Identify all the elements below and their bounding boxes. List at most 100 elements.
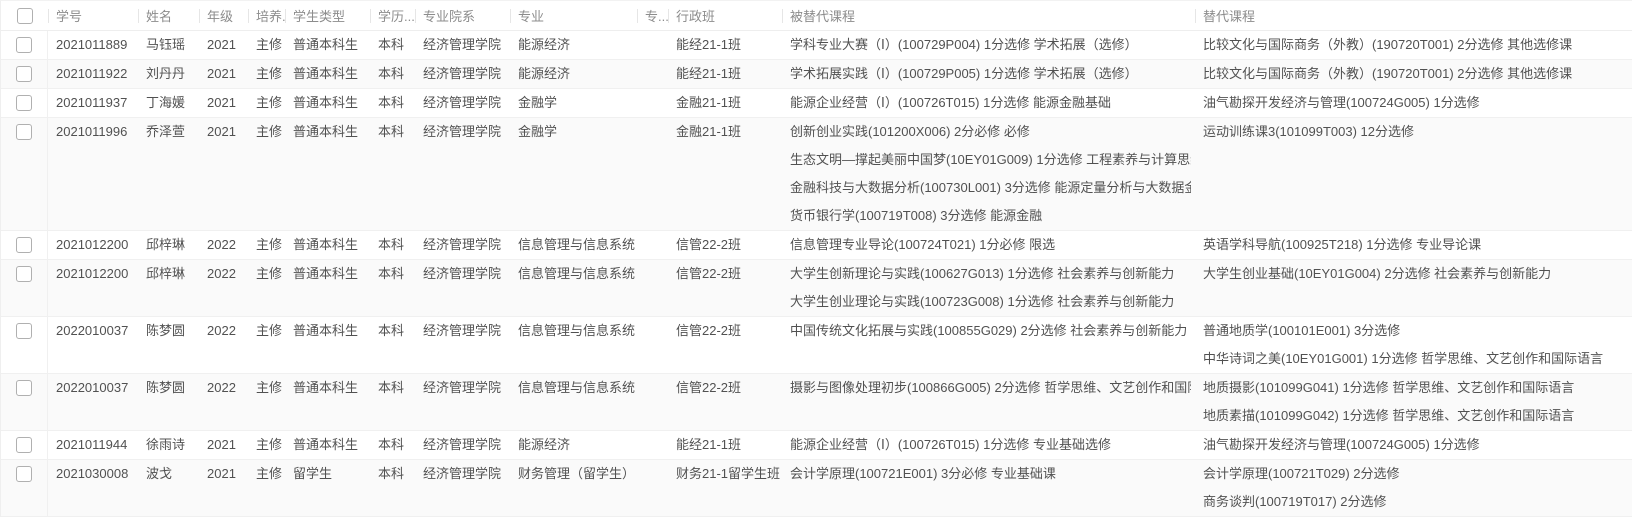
cell-name: 乔泽萱: [138, 118, 199, 230]
cell-major-extra: [637, 431, 668, 459]
course-line: 会计学原理(100721E001) 3分必修 专业基础课: [790, 460, 1191, 488]
cell-education: 本科: [370, 431, 415, 459]
cell-student-type: 普通本科生: [285, 374, 370, 430]
cell-replaced-courses: 摄影与图像处理初步(100866G005) 2分选修 哲学思维、文艺创作和国际语…: [782, 374, 1195, 430]
column-header-department: 专业院系: [415, 1, 510, 30]
table-row: 2022010037陈梦圆2022主修普通本科生本科经济管理学院信息管理与信息系…: [1, 374, 1632, 431]
cell-training: 主修: [248, 431, 285, 459]
cell-major: 金融学: [510, 89, 637, 117]
course-line: 英语学科导航(100925T218) 1分选修 专业导论课: [1203, 231, 1628, 259]
course-line: 信息管理专业导论(100724T021) 1分必修 限选: [790, 231, 1191, 259]
table-row: 2021012200邱梓琳2022主修普通本科生本科经济管理学院信息管理与信息系…: [1, 260, 1632, 317]
course-line: 生态文明—撑起美丽中国梦(10EY01G009) 1分选修 工程素养与计算思维: [790, 146, 1191, 174]
row-checkbox[interactable]: [16, 37, 32, 53]
table-body: 2021011889马钰瑶2021主修普通本科生本科经济管理学院能源经济能经21…: [1, 31, 1632, 517]
table-header-row: 学号姓名年级培养...学生类型学历...专业院系专业专...行政班被替代课程替代…: [1, 1, 1632, 31]
cell-major-extra: [637, 374, 668, 430]
cell-department: 经济管理学院: [415, 317, 510, 373]
cell-admin-class: 财务21-1留学生班: [668, 460, 782, 516]
cell-student-id: 2021030008: [48, 460, 138, 516]
row-checkbox[interactable]: [16, 437, 32, 453]
cell-training: 主修: [248, 60, 285, 88]
cell-replaced-courses: 能源企业经营（Ⅰ）(100726T015) 1分选修 专业基础选修: [782, 431, 1195, 459]
course-line: 地质摄影(101099G041) 1分选修 哲学思维、文艺创作和国际语言: [1203, 374, 1628, 402]
table-row: 2022010037陈梦圆2022主修普通本科生本科经济管理学院信息管理与信息系…: [1, 317, 1632, 374]
cell-training: 主修: [248, 260, 285, 316]
cell-admin-class: 金融21-1班: [668, 89, 782, 117]
select-all-checkbox[interactable]: [17, 8, 33, 24]
column-header-training: 培养...: [248, 1, 285, 30]
cell-grade: 2022: [199, 260, 248, 316]
cell-student-id: 2021011937: [48, 89, 138, 117]
cell-major-extra: [637, 60, 668, 88]
cell-major: 财务管理（留学生）: [510, 460, 637, 516]
cell-name: 丁海媛: [138, 89, 199, 117]
cell-replaced-courses: 学术拓展实践（Ⅰ）(100729P005) 1分选修 学术拓展（选修）: [782, 60, 1195, 88]
row-checkbox[interactable]: [16, 66, 32, 82]
cell-training: 主修: [248, 118, 285, 230]
cell-student-type: 普通本科生: [285, 118, 370, 230]
cell-student-type: 普通本科生: [285, 260, 370, 316]
table-row: 2021011944徐雨诗2021主修普通本科生本科经济管理学院能源经济能经21…: [1, 431, 1632, 460]
row-select-cell: [1, 374, 48, 430]
column-header-name: 姓名: [138, 1, 199, 30]
cell-student-type: 普通本科生: [285, 89, 370, 117]
cell-student-type: 普通本科生: [285, 231, 370, 259]
table-row: 2021011889马钰瑶2021主修普通本科生本科经济管理学院能源经济能经21…: [1, 31, 1632, 60]
cell-department: 经济管理学院: [415, 260, 510, 316]
cell-admin-class: 能经21-1班: [668, 31, 782, 59]
cell-major-extra: [637, 317, 668, 373]
cell-major: 信息管理与信息系统: [510, 374, 637, 430]
cell-replaced-courses: 会计学原理(100721E001) 3分必修 专业基础课: [782, 460, 1195, 516]
course-line: 比较文化与国际商务（外教）(190720T001) 2分选修 其他选修课: [1203, 31, 1628, 59]
cell-training: 主修: [248, 89, 285, 117]
cell-department: 经济管理学院: [415, 31, 510, 59]
course-line: 大学生创业基础(10EY01G004) 2分选修 社会素养与创新能力: [1203, 260, 1628, 288]
table-row: 2021011922刘丹丹2021主修普通本科生本科经济管理学院能源经济能经21…: [1, 60, 1632, 89]
course-line: 金融科技与大数据分析(100730L001) 3分选修 能源定量分析与大数据金融: [790, 174, 1191, 202]
row-checkbox[interactable]: [16, 466, 32, 482]
cell-substitute-courses: 英语学科导航(100925T218) 1分选修 专业导论课: [1195, 231, 1632, 259]
row-select-cell: [1, 317, 48, 373]
cell-department: 经济管理学院: [415, 431, 510, 459]
cell-student-type: 普通本科生: [285, 317, 370, 373]
row-checkbox[interactable]: [16, 124, 32, 140]
cell-major-extra: [637, 260, 668, 316]
course-line: 油气勘探开发经济与管理(100724G005) 1分选修: [1203, 431, 1628, 459]
column-header-major: 专业: [510, 1, 637, 30]
column-header-student-type: 学生类型: [285, 1, 370, 30]
cell-student-id: 2021012200: [48, 231, 138, 259]
course-line: 中华诗词之美(10EY01G001) 1分选修 哲学思维、文艺创作和国际语言: [1203, 345, 1628, 373]
cell-substitute-courses: 大学生创业基础(10EY01G004) 2分选修 社会素养与创新能力: [1195, 260, 1632, 316]
row-checkbox[interactable]: [16, 380, 32, 396]
course-line: 油气勘探开发经济与管理(100724G005) 1分选修: [1203, 89, 1628, 117]
cell-grade: 2021: [199, 431, 248, 459]
cell-substitute-courses: 运动训练课3(101099T003) 12分选修: [1195, 118, 1632, 230]
row-select-cell: [1, 31, 48, 59]
row-checkbox[interactable]: [16, 323, 32, 339]
column-header-admin-class: 行政班: [668, 1, 782, 30]
row-checkbox[interactable]: [16, 237, 32, 253]
cell-major-extra: [637, 460, 668, 516]
cell-major: 能源经济: [510, 31, 637, 59]
cell-student-id: 2021011889: [48, 31, 138, 59]
cell-major-extra: [637, 89, 668, 117]
course-line: 普通地质学(100101E001) 3分选修: [1203, 317, 1628, 345]
cell-admin-class: 能经21-1班: [668, 431, 782, 459]
cell-major: 信息管理与信息系统: [510, 231, 637, 259]
cell-replaced-courses: 创新创业实践(101200X006) 2分必修 必修生态文明—撑起美丽中国梦(1…: [782, 118, 1195, 230]
column-header-grade: 年级: [199, 1, 248, 30]
cell-education: 本科: [370, 118, 415, 230]
course-line: 地质素描(101099G042) 1分选修 哲学思维、文艺创作和国际语言: [1203, 402, 1628, 430]
cell-student-id: 2021011922: [48, 60, 138, 88]
row-select-cell: [1, 118, 48, 230]
cell-grade: 2022: [199, 374, 248, 430]
cell-education: 本科: [370, 317, 415, 373]
cell-student-id: 2021011996: [48, 118, 138, 230]
row-checkbox[interactable]: [16, 266, 32, 282]
course-line: 中国传统文化拓展与实践(100855G029) 2分选修 社会素养与创新能力: [790, 317, 1191, 345]
cell-grade: 2021: [199, 460, 248, 516]
cell-student-type: 普通本科生: [285, 31, 370, 59]
row-checkbox[interactable]: [16, 95, 32, 111]
course-line: 商务谈判(100719T017) 2分选修: [1203, 488, 1628, 516]
